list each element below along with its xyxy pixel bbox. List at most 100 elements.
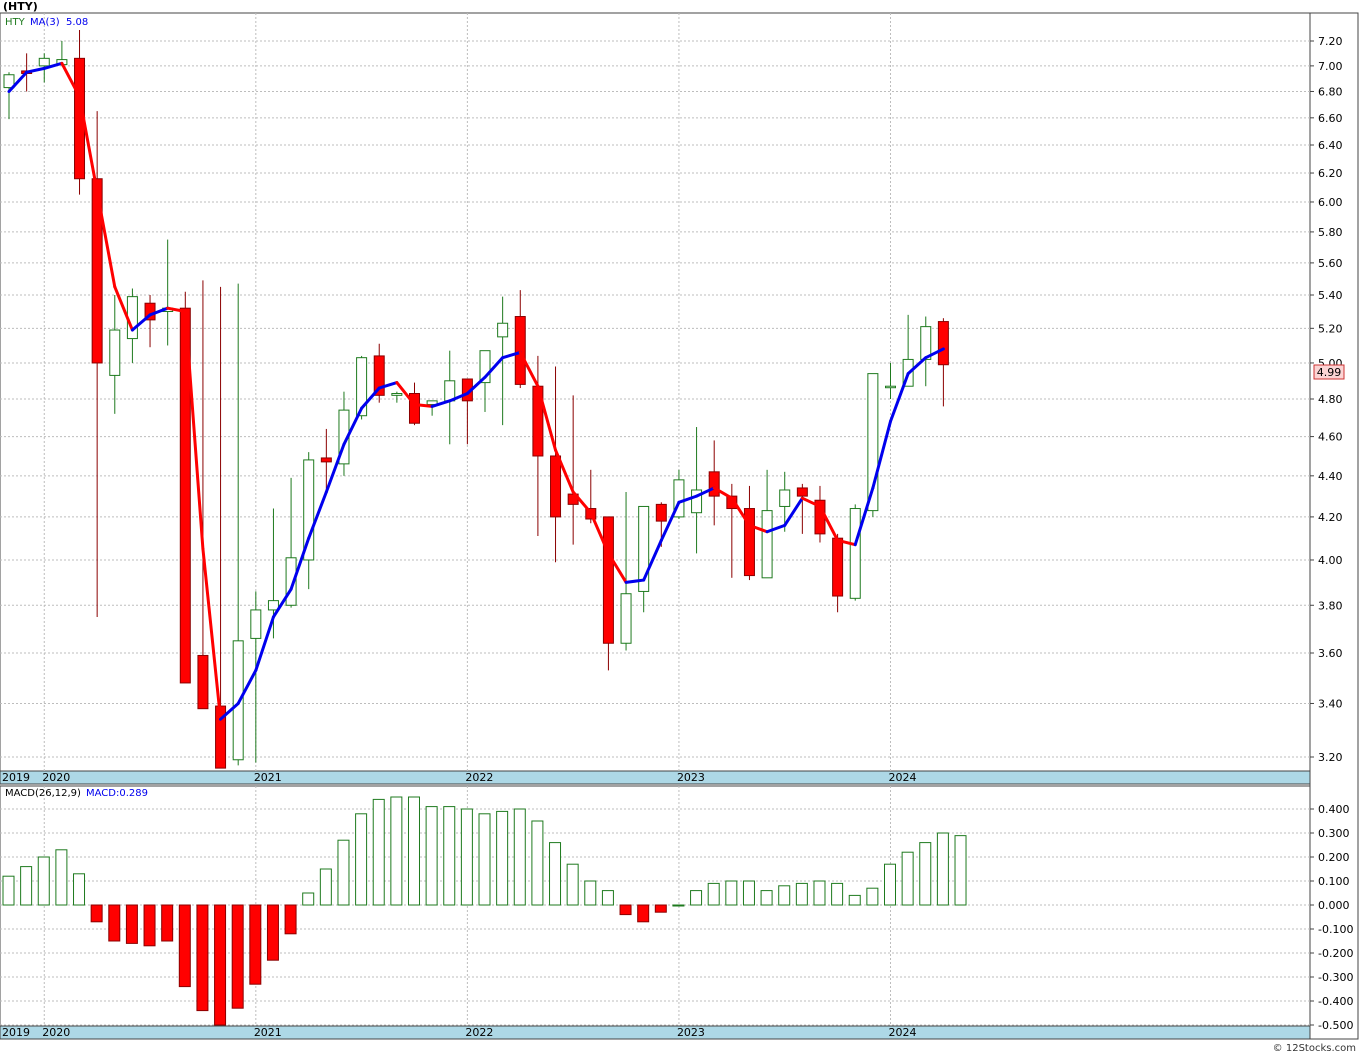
macd-bar	[496, 810, 509, 906]
price-tick-label: 6.20	[1318, 167, 1343, 180]
price-tick-label: 6.40	[1318, 139, 1343, 152]
candle-body	[937, 321, 949, 366]
macd-tick-label: 0.100	[1318, 875, 1350, 888]
candle-body	[250, 609, 262, 639]
macd-bar	[425, 806, 438, 906]
candle-body	[779, 489, 791, 507]
macd-bar	[919, 842, 932, 906]
macd-bar	[319, 868, 332, 906]
macd-bar	[55, 849, 68, 906]
price-tick-label: 5.60	[1318, 257, 1343, 270]
price-x-axis-band	[0, 770, 1311, 785]
macd-bar	[531, 820, 544, 906]
candle-body	[708, 471, 720, 497]
macd-bar	[866, 887, 879, 906]
ma-legend-value: 5.08	[66, 17, 88, 28]
x-label-price: 2022	[465, 771, 493, 784]
price-tick-label: 3.20	[1318, 751, 1343, 764]
last-price-value: 4.99	[1317, 366, 1342, 379]
x-label-price: 2023	[677, 771, 705, 784]
candle-body	[655, 503, 667, 522]
candle-body	[849, 508, 861, 599]
macd-bar	[601, 890, 614, 906]
candle-body	[885, 385, 896, 389]
macd-bar	[637, 904, 650, 923]
x-label-macd: 2021	[254, 1026, 282, 1039]
copyright-footer: © 12Stocks.com	[1273, 1043, 1356, 1054]
candle-body	[38, 57, 50, 67]
macd-bar	[742, 880, 755, 906]
candle-body	[320, 457, 332, 463]
price-tick-label: 4.40	[1318, 470, 1343, 483]
macd-bar	[337, 839, 350, 906]
candle-body	[550, 455, 562, 518]
price-tick-label: 3.60	[1318, 647, 1343, 660]
macd-bar	[284, 904, 297, 935]
macd-bar	[954, 835, 967, 906]
macd-bar	[619, 904, 632, 916]
macd-x-axis-band	[0, 1025, 1311, 1040]
candle-body	[267, 600, 279, 611]
macd-tick-label: -0.300	[1318, 971, 1353, 984]
x-label-price: 2020	[42, 771, 70, 784]
macd-bar	[813, 880, 826, 906]
macd-bar	[108, 904, 121, 942]
price-tick-label: 6.60	[1318, 112, 1343, 125]
macd-bar	[778, 885, 791, 906]
x-label-price: 2021	[254, 771, 282, 784]
price-tick-label: 3.80	[1318, 599, 1343, 612]
macd-tick-label: 0.300	[1318, 827, 1350, 840]
macd-bar	[372, 798, 385, 906]
candle-body	[761, 510, 773, 579]
macd-bar	[73, 873, 86, 906]
macd-bar	[355, 813, 368, 906]
macd-bar	[249, 904, 262, 985]
candle-body	[391, 392, 403, 396]
price-tick-label: 7.20	[1318, 35, 1343, 48]
macd-tick-label: 0.400	[1318, 803, 1350, 816]
stock-chart: 7.20 7.00 6.80 6.60 6.40 6.20 6.00 5.80 5.60 5.40…	[0, 0, 1359, 1054]
chart-title: (HTY)	[3, 0, 38, 13]
macd-bar	[513, 808, 526, 906]
macd-bar	[549, 842, 562, 906]
price-tick-label: 4.60	[1318, 431, 1343, 444]
candle-body	[796, 487, 808, 497]
macd-bar	[196, 904, 209, 1012]
price-tick-label: 3.40	[1318, 697, 1343, 710]
candle-body	[109, 329, 121, 376]
price-tick-label: 4.20	[1318, 511, 1343, 524]
x-label-price: 2019	[2, 771, 30, 784]
macd-bar	[690, 890, 703, 906]
macd-tick-label: -0.200	[1318, 947, 1353, 960]
macd-legend-label: MACD(26,12,9)	[5, 788, 81, 799]
macd-bar	[443, 806, 456, 906]
macd-bar	[760, 890, 773, 906]
macd-bar	[936, 832, 949, 906]
macd-tick-label: -0.100	[1318, 923, 1353, 936]
x-label-macd: 2024	[889, 1026, 917, 1039]
candle-body	[602, 516, 614, 644]
price-tick-label: 6.00	[1318, 196, 1343, 209]
x-label-macd: 2020	[42, 1026, 70, 1039]
x-label-macd: 2023	[677, 1026, 705, 1039]
macd-bar	[831, 882, 844, 906]
ma-legend-label: MA(3)	[30, 17, 60, 28]
symbol-legend: HTY	[5, 17, 26, 28]
macd-bar	[707, 882, 720, 906]
price-tick-label: 6.80	[1318, 85, 1343, 98]
x-label-price: 2024	[889, 771, 917, 784]
macd-legend-value: MACD:0.289	[86, 788, 148, 799]
macd-y-axis: 0.400 0.300 0.200 0.100 0.000 -0.100 -0.200 -0.…	[1310, 803, 1353, 1032]
chart-stage: 7.20 7.00 6.80 6.60 6.40 6.20 6.00 5.80 5.60 5.40…	[0, 0, 1360, 1056]
macd-bar	[478, 813, 491, 906]
macd-bar	[143, 904, 156, 947]
macd-bar	[161, 904, 174, 942]
macd-tick-label: 0.000	[1318, 899, 1350, 912]
macd-bar	[566, 863, 579, 906]
candle-body	[197, 654, 209, 710]
macd-bar	[654, 904, 667, 913]
ma-segment	[412, 403, 434, 408]
candle-body	[620, 593, 632, 644]
macd-bar	[848, 894, 861, 906]
candle-body	[514, 316, 526, 385]
